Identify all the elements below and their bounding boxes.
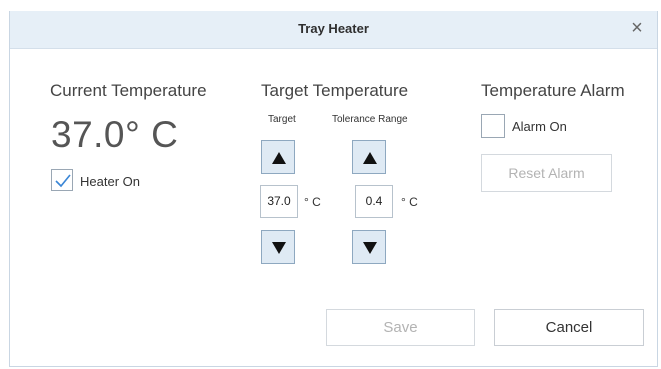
target-temperature-heading: Target Temperature <box>261 81 409 100</box>
alarm-on-checkbox[interactable] <box>481 114 505 138</box>
triangle-down-icon <box>272 242 286 254</box>
tolerance-decrease-button[interactable] <box>352 230 386 264</box>
target-decrease-button[interactable] <box>261 230 295 264</box>
heater-on-checkbox[interactable] <box>51 169 73 191</box>
alarm-on-label: Alarm On <box>512 119 567 134</box>
checkmark-icon <box>55 174 71 188</box>
tray-heater-dialog: Tray Heater × Current Temperature 37.0° … <box>9 11 658 367</box>
tolerance-increase-button[interactable] <box>352 140 386 174</box>
heater-on-label: Heater On <box>80 174 140 189</box>
tolerance-unit: ° C <box>401 195 418 209</box>
target-value-field[interactable]: 37.0 <box>260 185 298 218</box>
temperature-alarm-heading: Temperature Alarm <box>481 81 625 100</box>
reset-alarm-button[interactable]: Reset Alarm <box>481 154 612 192</box>
dialog-title: Tray Heater <box>298 21 369 36</box>
target-label: Target <box>268 114 296 125</box>
target-unit: ° C <box>304 195 321 209</box>
cancel-button[interactable]: Cancel <box>494 309 644 346</box>
current-temperature-heading: Current Temperature <box>50 81 207 100</box>
triangle-up-icon <box>272 152 286 164</box>
target-increase-button[interactable] <box>261 140 295 174</box>
triangle-up-icon <box>363 152 377 164</box>
close-icon[interactable]: × <box>627 17 647 39</box>
current-temperature-value: 37.0° C <box>51 114 179 155</box>
save-button[interactable]: Save <box>326 309 475 346</box>
tolerance-value-field[interactable]: 0.4 <box>355 185 393 218</box>
triangle-down-icon <box>363 242 377 254</box>
tolerance-range-label: Tolerance Range <box>332 114 408 125</box>
titlebar: Tray Heater × <box>10 11 657 49</box>
